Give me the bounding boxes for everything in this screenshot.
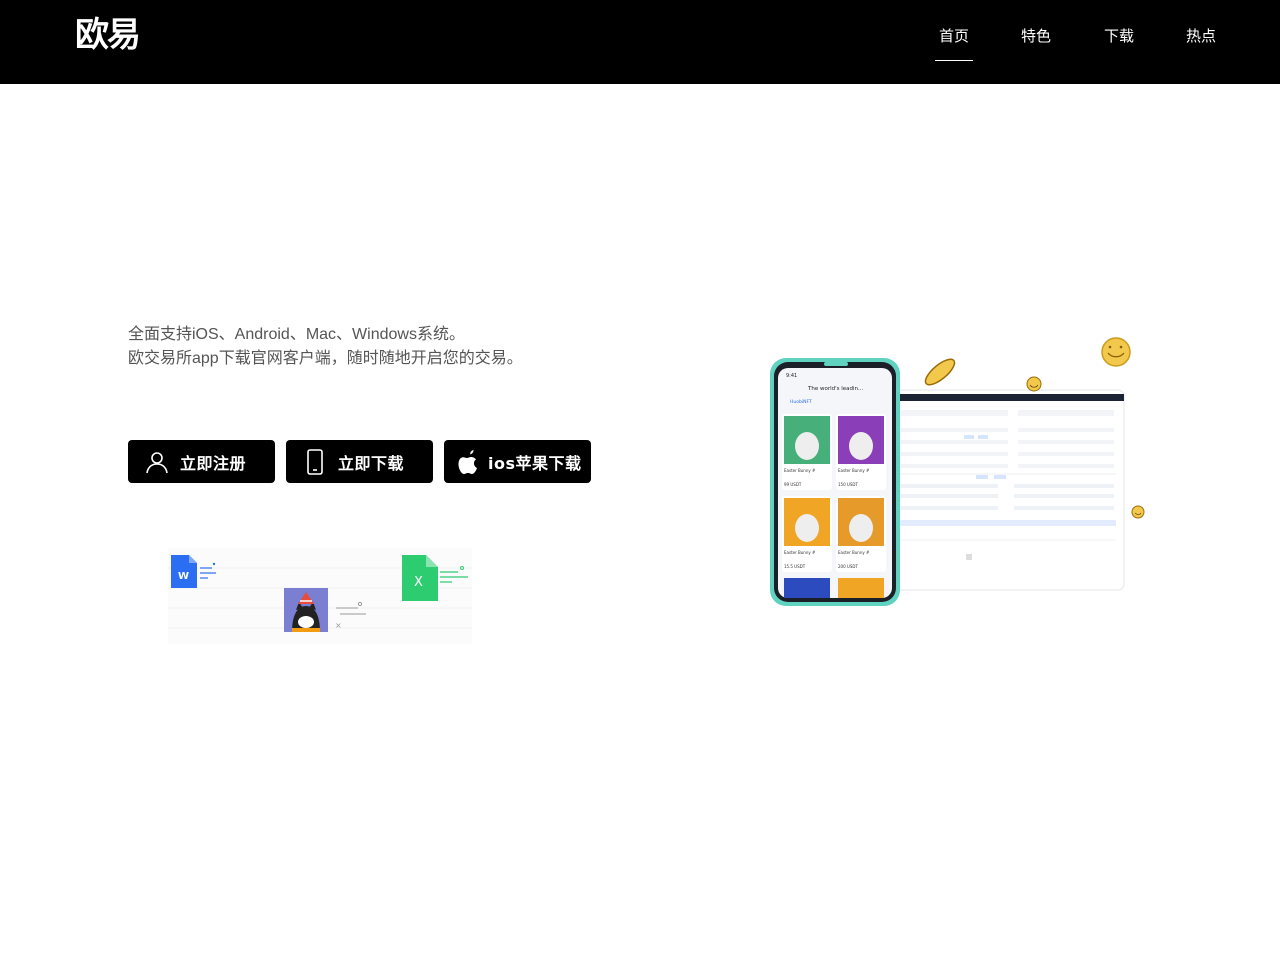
svg-text:Easter Bunny #: Easter Bunny # [838, 468, 870, 473]
nav-item-features[interactable]: 特色 [1021, 26, 1051, 46]
nft-card-2: Easter Bunny # 150 USDT [836, 414, 886, 490]
hero-line-1: 全面支持iOS、Android、Mac、Windows系统。 [128, 326, 465, 343]
nav-item-download[interactable]: 下载 [1104, 26, 1134, 46]
svg-text:Easter Bunny #: Easter Bunny # [838, 550, 870, 555]
phone-icon [302, 448, 328, 475]
svg-text:Easter Bunny #: Easter Bunny # [784, 550, 816, 555]
svg-text:200 USDT: 200 USDT [838, 564, 858, 569]
brand-logo[interactable]: 欧易 [75, 14, 141, 56]
hero-description: 全面支持iOS、Android、Mac、Windows系统。 欧交易所app下载… [128, 323, 523, 371]
svg-text:15.5 USDT: 15.5 USDT [784, 564, 806, 569]
nft-card-1: Easter Bunny # 99 USDT [782, 414, 832, 490]
svg-text:150 USDT: 150 USDT [838, 482, 858, 487]
user-icon [144, 449, 170, 475]
register-button-label: 立即注册 [180, 453, 247, 473]
svg-text:9:41: 9:41 [786, 373, 797, 379]
svg-text:X: X [414, 575, 423, 590]
nft-card-4: Easter Bunny # 200 USDT [836, 496, 886, 572]
svg-text:×: × [335, 621, 342, 630]
ios-download-button-label: ios苹果下载 [488, 453, 582, 473]
svg-text:The world's leadin...: The world's leadin... [807, 386, 864, 392]
download-button-label: 立即下载 [338, 453, 405, 473]
svg-text:99 USDT: 99 USDT [784, 482, 802, 487]
ios-download-button[interactable]: ios苹果下载 [444, 440, 591, 483]
file-transfer-illustration: W X × [168, 548, 472, 644]
apple-icon [456, 449, 482, 475]
register-button[interactable]: 立即注册 [128, 440, 275, 483]
devices-illustration: 9:41 The world's leadin... HuobiNFT East… [766, 336, 1156, 610]
nav-item-hot[interactable]: 热点 [1186, 26, 1216, 46]
nft-card-3: Easter Bunny # 15.5 USDT [782, 496, 832, 572]
top-navigation-bar: 欧易 首页 特色 下载 热点 [0, 0, 1280, 84]
desktop-window [883, 389, 1125, 591]
svg-text:W: W [178, 571, 189, 582]
svg-text:HuobiNFT: HuobiNFT [790, 399, 812, 405]
download-button[interactable]: 立即下载 [286, 440, 433, 483]
svg-text:Easter Bunny #: Easter Bunny # [784, 468, 816, 473]
nav-item-home[interactable]: 首页 [934, 26, 974, 61]
phone-mockup: 9:41 The world's leadin... HuobiNFT East… [770, 358, 900, 606]
hero-line-2: 欧交易所app下载官网客户端，随时随地开启您的交易。 [128, 350, 523, 367]
